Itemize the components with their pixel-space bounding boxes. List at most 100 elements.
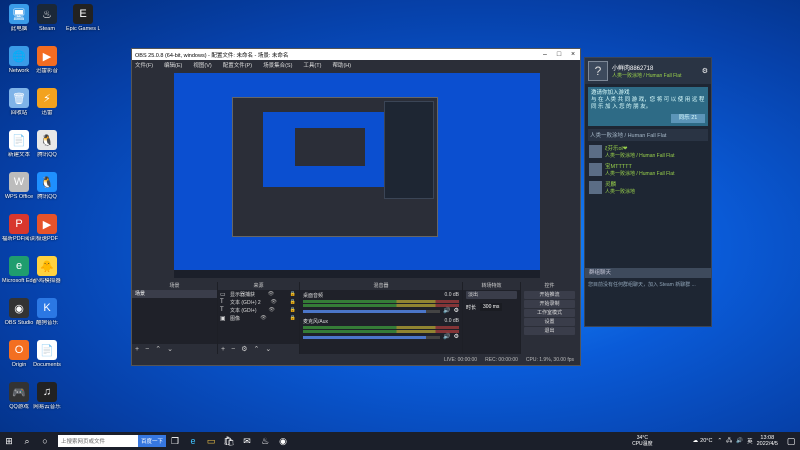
store-icon[interactable]: 🛍 xyxy=(221,434,237,448)
source-name: 图像 xyxy=(230,315,241,322)
desktop-icon-emulator[interactable]: 🐥 小鸡模拟器 xyxy=(30,256,64,285)
desktop-icon-kugou[interactable]: K 酷狗音乐 xyxy=(30,298,64,327)
desktop-icon-pdf2[interactable]: ▶ 极速PDF xyxy=(30,214,64,243)
ime-indicator[interactable]: 英 xyxy=(747,437,753,445)
desktop-icon-epic[interactable]: E Epic Games Launcher xyxy=(66,4,100,33)
gear-icon[interactable]: ⚙ xyxy=(454,333,459,340)
gear-icon[interactable]: ⚙ xyxy=(454,307,459,314)
add-icon[interactable]: + xyxy=(221,346,225,353)
remove-icon[interactable]: − xyxy=(145,346,149,353)
lock-icon[interactable]: 🔒 xyxy=(290,291,296,297)
remove-icon[interactable]: − xyxy=(231,346,235,353)
desktop-icon-xunlei[interactable]: ▶ 迅雷影音 xyxy=(30,46,64,75)
eye-icon[interactable]: 👁 xyxy=(268,307,274,313)
menu-item[interactable]: 编辑(E) xyxy=(164,61,182,69)
control-button[interactable]: 工作室模式 xyxy=(524,309,575,317)
file-explorer-icon[interactable]: ▭ xyxy=(203,434,219,448)
volume-slider[interactable] xyxy=(303,310,441,313)
up-icon[interactable]: ⌃ xyxy=(253,345,259,353)
down-icon[interactable]: ⌄ xyxy=(167,345,173,353)
duration-input[interactable]: 300 ms xyxy=(480,303,503,311)
lock-icon[interactable]: 🔒 xyxy=(290,307,296,313)
maximize-icon[interactable]: □ xyxy=(552,51,566,58)
speaker-icon[interactable]: 🔊 xyxy=(443,333,450,340)
windows-start-icon[interactable]: ⊞ xyxy=(1,434,17,448)
friend-item[interactable]: 宝MTTTTT 人类一败涂地 / Human Fall Flat xyxy=(589,162,707,177)
desktop-icon-label: 迅雷 xyxy=(41,110,53,116)
obs-icon[interactable]: ◉ xyxy=(275,434,291,448)
control-button[interactable]: 退出 xyxy=(524,327,575,335)
add-icon[interactable]: + xyxy=(135,346,139,353)
documents-icon: 📄 xyxy=(37,340,57,360)
lock-icon[interactable]: 🔒 xyxy=(290,299,296,305)
desktop-icon-thunder[interactable]: ⚡ 迅雷 xyxy=(30,88,64,117)
desktop-icon-steam[interactable]: ♨ Steam xyxy=(30,4,64,33)
friends-list: ξ芬乐ol❤ 人类一败涂地 / Human Fall Flat 宝MTTTTT 人类一… xyxy=(585,144,711,195)
speaker-icon[interactable]: 🔊 xyxy=(443,307,450,314)
eye-icon[interactable]: 👁 xyxy=(260,315,266,321)
scenes-dock: 场景 场景 + − ⌃ ⌄ xyxy=(132,282,218,354)
desktop-icon-documents[interactable]: 📄 Documents xyxy=(30,340,64,369)
source-item[interactable]: ▭ 显示器捕获 👁 🔒 xyxy=(218,290,299,298)
group-chat-header[interactable]: 群组聊天 xyxy=(585,268,711,278)
in-game-group-header[interactable]: 人类一败涂地 / Human Fall Flat xyxy=(588,129,708,141)
network-icon: 🌐 xyxy=(9,46,29,66)
control-button[interactable]: 开始录制 xyxy=(524,300,575,308)
gear-icon[interactable]: ⚙ xyxy=(702,67,708,75)
baidu-button[interactable]: 百度一下 xyxy=(138,435,167,447)
volume-slider[interactable] xyxy=(303,336,441,339)
weather-icon[interactable]: ☁ xyxy=(693,438,699,444)
volume-icon[interactable]: 🔊 xyxy=(736,438,743,444)
friend-item[interactable]: 灵麟 人类一败涂地 xyxy=(589,180,707,195)
menu-item[interactable]: 帮助(H) xyxy=(332,61,351,69)
cpu-temp-widget[interactable]: 34°C CPU温度 xyxy=(632,435,653,447)
clock[interactable]: 13:08 2022/4/5 xyxy=(757,435,778,447)
avatar[interactable]: ? xyxy=(588,61,608,81)
control-button[interactable]: 设置 xyxy=(524,318,575,326)
up-icon[interactable]: ⌃ xyxy=(155,345,161,353)
close-icon[interactable]: × xyxy=(566,51,580,58)
search-icon[interactable]: ⌕ xyxy=(19,434,35,448)
menu-item[interactable]: 工具(T) xyxy=(303,61,321,69)
steam-username: 小鲜肉8862718 xyxy=(612,66,654,72)
menu-item[interactable]: 视图(V) xyxy=(193,61,211,69)
steam-friends-panel: ? 小鲜肉8862718 人类一败涂地 / Human Fall Flat ⚙ … xyxy=(584,57,712,327)
lock-icon[interactable]: 🔒 xyxy=(290,315,296,321)
friend-item[interactable]: ξ芬乐ol❤ 人类一败涂地 / Human Fall Flat xyxy=(589,144,707,159)
mixer-header: 混音器 xyxy=(300,282,462,290)
menu-item[interactable]: 场景集合(S) xyxy=(263,61,292,69)
steam-icon[interactable]: ♨ xyxy=(257,434,273,448)
task-view-icon[interactable]: ❐ xyxy=(167,434,183,448)
network-icon[interactable]: 🖧 xyxy=(726,437,732,446)
eye-icon[interactable]: 👁 xyxy=(271,299,277,305)
friend-name: 宝MTTTTT xyxy=(605,164,632,170)
xunlei-icon: ▶ xyxy=(37,46,57,66)
cortana-icon[interactable]: ○ xyxy=(37,434,53,448)
menu-item[interactable]: 配置文件(P) xyxy=(223,61,252,69)
taskbar-search-input[interactable]: 上搜索网页或文件 xyxy=(58,435,138,447)
scene-item[interactable]: 场景 xyxy=(132,290,217,298)
desktop-icon-music[interactable]: ♫ 网易云音乐 xyxy=(30,382,64,411)
chevron-up-icon[interactable]: ⌃ xyxy=(717,438,722,444)
down-icon[interactable]: ⌄ xyxy=(265,345,271,353)
obs-preview[interactable] xyxy=(174,73,540,278)
menu-item[interactable]: 文件(F) xyxy=(135,61,153,69)
transitions-dock: 转场特效 淡出 时长 300 ms xyxy=(463,282,521,354)
edge-icon[interactable]: e xyxy=(185,434,201,448)
transition-select[interactable]: 淡出 xyxy=(466,291,517,299)
desktop-icon-qq[interactable]: 🐧 腾讯QQ xyxy=(30,130,64,159)
source-item[interactable]: ▣ 图像 👁 🔒 xyxy=(218,314,299,322)
join-button[interactable]: 同乐 21 xyxy=(671,114,705,123)
rec-status: REC: 00:00:00 xyxy=(485,357,518,363)
mail-icon[interactable]: ✉ xyxy=(239,434,255,448)
minimize-icon[interactable]: – xyxy=(538,51,552,58)
control-button[interactable]: 开始推流 xyxy=(524,291,575,299)
eye-icon[interactable]: 👁 xyxy=(268,291,274,297)
source-item[interactable]: T 文本 (GDI+) 2 👁 🔒 xyxy=(218,298,299,306)
source-item[interactable]: T 文本 (GDI+) 👁 🔒 xyxy=(218,306,299,314)
desktop-icon-label: 网易云音乐 xyxy=(33,404,61,410)
gear-icon[interactable]: ⚙ xyxy=(241,345,247,353)
notification-icon[interactable]: ▢ xyxy=(783,434,799,448)
desktop-icon-qq-blue[interactable]: 🐧 腾讯QQ xyxy=(30,172,64,201)
live-status: LIVE: 00:00:00 xyxy=(444,357,478,363)
